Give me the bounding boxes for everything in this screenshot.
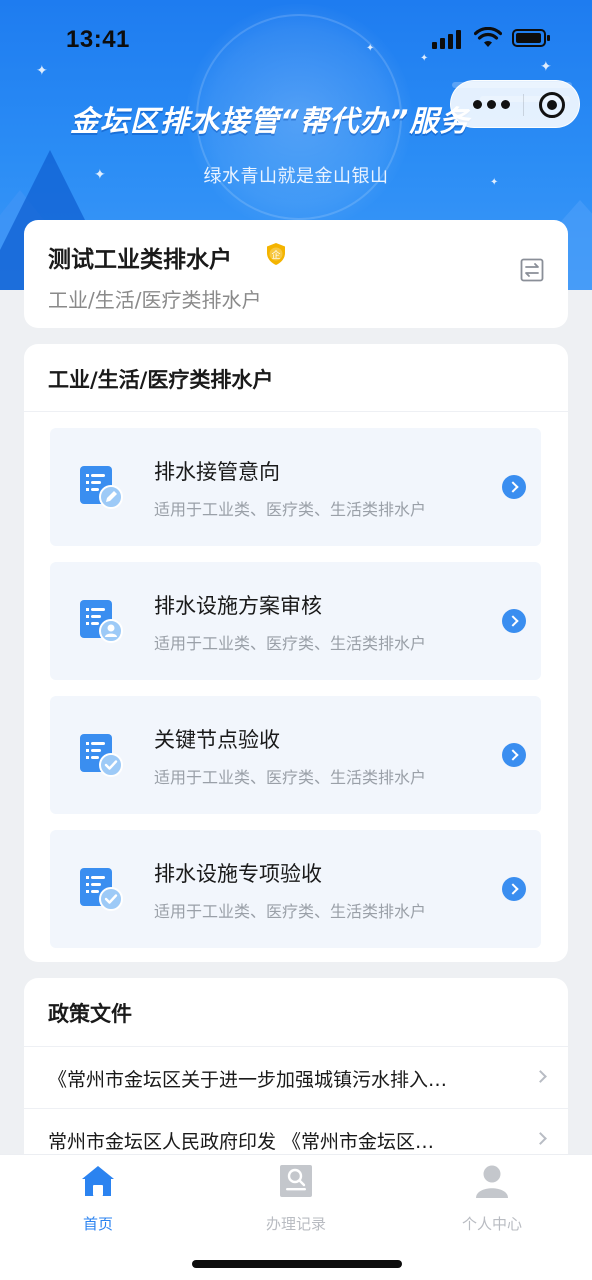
switch-account-icon[interactable] [520, 258, 544, 282]
status-icons [432, 27, 552, 49]
account-card: 测试工业类排水户 企 工业/生活/医疗类排水户 [24, 220, 568, 328]
banner-subtitle: 绿水青山就是金山银山 [203, 166, 389, 187]
miniprogram-capsule [450, 80, 580, 128]
service-section-title: 工业/生活/医疗类排水户 [48, 368, 274, 392]
service-item-desc: 适用于工业类、医疗类、生活类排水户 [154, 768, 427, 787]
tab-label: 个人中心 [461, 1215, 522, 1233]
home-indicator [192, 1260, 402, 1268]
policy-card: 政策文件 《常州市金坛区关于进一步加强城镇污水排入… 常州市金坛区人民政府印发 … [24, 978, 568, 1178]
chevron-right-icon[interactable] [502, 743, 526, 767]
policy-section-title: 政策文件 [48, 1002, 132, 1026]
sparkle-icon: ✦ [540, 59, 552, 75]
service-item-special-acceptance[interactable]: 排水设施专项验收 适用于工业类、医疗类、生活类排水户 [50, 830, 541, 948]
service-card-header: 工业/生活/医疗类排水户 [24, 344, 568, 412]
sparkle-icon: ✦ [420, 53, 429, 64]
tab-label: 办理记录 [265, 1215, 326, 1233]
status-time: 13:41 [66, 26, 130, 53]
tab-profile[interactable]: 个人中心 [432, 1163, 552, 1233]
signal-icon [440, 38, 445, 49]
battery-icon [512, 29, 550, 47]
tab-label: 首页 [82, 1215, 113, 1233]
service-item-plan-review[interactable]: 排水设施方案审核 适用于工业类、医疗类、生活类排水户 [50, 562, 541, 680]
service-item-title: 排水设施专项验收 [154, 862, 322, 886]
chevron-right-icon[interactable] [502, 475, 526, 499]
tab-home[interactable]: 首页 [38, 1163, 158, 1233]
home-icon [82, 1166, 114, 1196]
chevron-right-icon[interactable] [502, 877, 526, 901]
chevron-right-icon [534, 1070, 547, 1083]
document-check-icon [80, 734, 123, 777]
capsule-divider [523, 94, 524, 116]
signal-icon [456, 30, 461, 49]
more-icon[interactable] [469, 95, 515, 115]
document-check-icon [80, 868, 123, 911]
wifi-icon [474, 27, 502, 47]
document-user-icon [80, 600, 123, 643]
sparkle-icon: ✦ [36, 63, 48, 79]
service-item-title: 排水设施方案审核 [154, 594, 322, 618]
service-item-drainage-intent[interactable]: 排水接管意向 适用于工业类、医疗类、生活类排水户 [50, 428, 541, 546]
document-edit-icon [80, 466, 123, 509]
signal-icon [448, 34, 453, 49]
sparkle-icon: ✦ [366, 43, 375, 54]
service-item-key-node-acceptance[interactable]: 关键节点验收 适用于工业类、医疗类、生活类排水户 [50, 696, 541, 814]
service-item-title: 关键节点验收 [154, 728, 280, 752]
account-name: 测试工业类排水户 [48, 247, 232, 273]
signal-icon [432, 42, 437, 49]
service-card: 工业/生活/医疗类排水户 排水接管意向 适用于工业类、医疗类、生活类排水户 排水… [24, 344, 568, 962]
tab-records[interactable]: 办理记录 [236, 1163, 356, 1233]
policy-item-text: 《常州市金坛区关于进一步加强城镇污水排入… [48, 1069, 448, 1091]
records-icon [280, 1165, 312, 1197]
enterprise-badge-icon: 企 [267, 243, 285, 265]
service-item-desc: 适用于工业类、医疗类、生活类排水户 [154, 634, 427, 653]
user-icon [476, 1165, 508, 1198]
policy-item-text: 常州市金坛区人民政府印发 《常州市金坛区… [48, 1131, 435, 1153]
svg-text:企: 企 [271, 249, 280, 261]
chevron-right-icon [534, 1132, 547, 1145]
policy-list-item[interactable]: 《常州市金坛区关于进一步加强城镇污水排入… [24, 1046, 568, 1108]
account-type: 工业/生活/医疗类排水户 [48, 288, 262, 312]
service-item-title: 排水接管意向 [154, 460, 280, 484]
close-miniprogram-icon[interactable] [539, 92, 565, 118]
chevron-right-icon[interactable] [502, 609, 526, 633]
service-item-desc: 适用于工业类、医疗类、生活类排水户 [154, 500, 427, 519]
service-item-desc: 适用于工业类、医疗类、生活类排水户 [154, 902, 427, 921]
